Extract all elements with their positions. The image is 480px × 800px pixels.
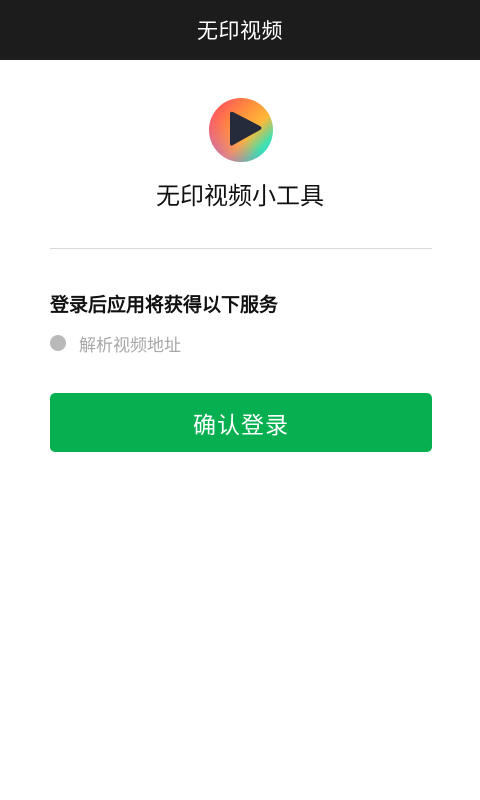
permission-item: 解析视频地址	[50, 331, 181, 356]
top-bar: 无印视频	[0, 0, 480, 60]
app-logo-play-icon	[209, 98, 273, 162]
bullet-dot-icon	[50, 335, 66, 351]
divider	[50, 248, 432, 249]
confirm-login-button[interactable]: 确认登录	[50, 393, 432, 452]
permissions-title: 登录后应用将获得以下服务	[50, 294, 279, 316]
confirm-login-label: 确认登录	[193, 411, 289, 438]
page-title: 无印视频	[197, 19, 283, 43]
permission-item-label: 解析视频地址	[79, 335, 181, 356]
app-name: 无印视频小工具	[156, 182, 324, 210]
